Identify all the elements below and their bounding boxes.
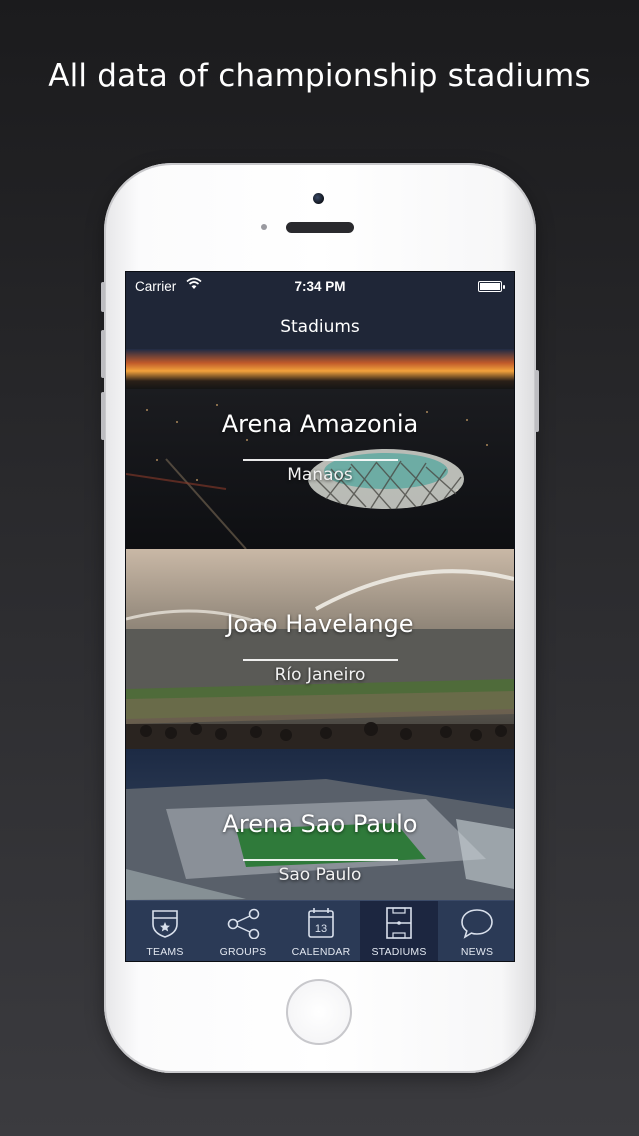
shield-icon	[126, 907, 204, 939]
stadium-card-arena-amazonia[interactable]: Arena Amazonia Manaos	[126, 349, 514, 549]
title-divider	[243, 659, 398, 661]
navigation-bar: Stadiums	[126, 302, 514, 349]
stadium-city: Sao Paulo	[278, 865, 362, 885]
title-divider	[243, 859, 398, 861]
stadium-name: Arena Amazonia	[221, 410, 419, 438]
stadium-card-joao-havelange[interactable]: Joao Havelange Río Janeiro	[126, 549, 514, 749]
page-title: Stadiums	[280, 317, 360, 337]
tab-label: NEWS	[460, 946, 494, 958]
stadium-city: Río Janeiro	[274, 665, 366, 685]
tab-stadiums[interactable]: STADIUMS	[360, 901, 438, 961]
tab-news[interactable]: NEWS	[438, 901, 514, 961]
home-button[interactable]	[286, 979, 352, 1045]
volume-down-button	[101, 392, 105, 440]
tab-label: TEAMS	[146, 946, 184, 958]
tab-calendar[interactable]: 13 CALENDAR	[282, 901, 360, 961]
calendar-icon: 13	[282, 907, 360, 939]
status-time: 7:34 PM	[294, 279, 346, 294]
tab-label: GROUPS	[219, 946, 267, 958]
proximity-sensor	[261, 224, 267, 230]
stadium-card-arena-sao-paulo[interactable]: Arena Sao Paulo Sao Paulo	[126, 749, 514, 900]
stadium-city: Manaos	[287, 465, 353, 485]
tab-teams[interactable]: TEAMS	[126, 901, 204, 961]
stadium-name: Arena Sao Paulo	[222, 810, 418, 838]
power-button	[535, 370, 539, 432]
earpiece-speaker	[286, 222, 354, 233]
app-screen: Carrier 7:34 PM Stadiums Arena Amazonia …	[125, 271, 515, 962]
silent-switch	[101, 282, 105, 312]
stadium-name: Joao Havelange	[226, 610, 414, 638]
battery-icon	[478, 281, 505, 292]
pitch-icon	[360, 907, 438, 939]
chat-bubble-icon	[438, 907, 514, 939]
tab-label: CALENDAR	[291, 946, 351, 958]
stadium-photo	[126, 349, 514, 549]
status-bar: Carrier 7:34 PM	[126, 272, 514, 302]
tab-groups[interactable]: GROUPS	[204, 901, 282, 961]
tab-label: STADIUMS	[371, 946, 427, 958]
share-nodes-icon	[204, 907, 282, 940]
title-divider	[243, 459, 398, 461]
volume-up-button	[101, 330, 105, 378]
calendar-day: 13	[315, 923, 327, 935]
front-camera	[313, 193, 324, 204]
stadium-photo	[126, 549, 514, 749]
tab-bar: TEAMS GROUPS 13 CALENDAR STADIUMS NEWS	[126, 900, 514, 961]
promo-headline: All data of championship stadiums	[48, 58, 591, 94]
